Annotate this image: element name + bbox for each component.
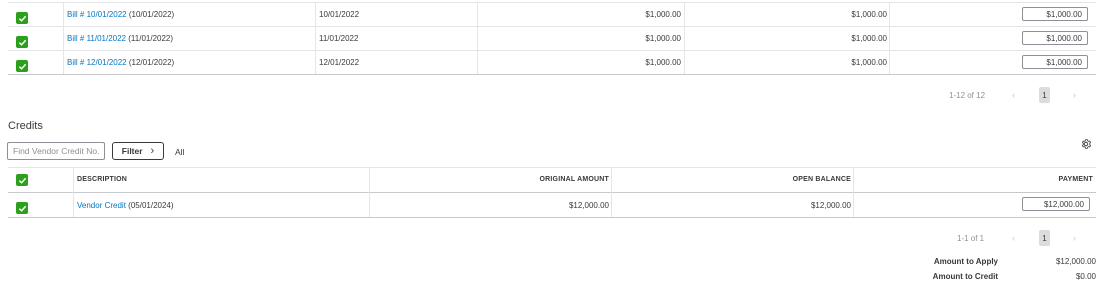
checkmark-icon (18, 63, 26, 70)
column-header-description[interactable]: DESCRIPTION (77, 176, 127, 183)
credits-header-border (8, 192, 1096, 193)
bill-date: (12/01/2022) (128, 58, 175, 67)
credit-row-checkbox[interactable] (16, 202, 28, 214)
bill-original-amount: $1,000.00 (645, 58, 681, 67)
credits-table-bottom-border (8, 217, 1096, 218)
column-header-original-amount[interactable]: ORIGINAL AMOUNT (540, 176, 610, 183)
pagination-range: 1-1 of 1 (957, 234, 985, 243)
bills-col-divider (684, 2, 685, 74)
select-all-credits-checkbox[interactable] (16, 174, 28, 186)
pagination-range: 1-12 of 12 (949, 91, 986, 100)
credit-open-balance: $12,000.00 (810, 201, 851, 210)
bill-link[interactable]: Bill # 12/01/2022 (67, 58, 127, 67)
credit-original-amount: $12,000.00 (568, 201, 609, 210)
page-number-button[interactable]: 1 (1039, 87, 1050, 103)
bill-open-balance: $1,000.00 (851, 34, 887, 43)
bill-payment-input[interactable] (1022, 7, 1088, 21)
bill-description: Bill # 10/01/2022 (10/01/2022) (67, 10, 174, 19)
amount-to-apply-value: $12,000.00 (1055, 257, 1096, 266)
bill-link[interactable]: Bill # 11/01/2022 (67, 34, 126, 43)
credits-col-divider (369, 167, 370, 217)
amount-to-credit-value: $0.00 (1075, 272, 1096, 281)
filter-button[interactable]: Filter › (112, 142, 164, 160)
prev-page-button[interactable]: ‹ (1012, 90, 1015, 100)
bill-link[interactable]: Bill # 10/01/2022 (67, 10, 127, 19)
bill-row-checkbox[interactable] (16, 60, 28, 72)
bills-row-divider (8, 50, 1096, 51)
bill-date: (11/01/2022) (128, 34, 174, 43)
amount-to-apply-label: Amount to Apply (933, 257, 998, 266)
column-header-open-balance[interactable]: OPEN BALANCE (793, 176, 851, 183)
vendor-credit-search-input[interactable] (7, 142, 105, 160)
checkmark-icon (18, 205, 26, 212)
filter-status-all: All (175, 147, 185, 157)
bills-row-divider (8, 2, 1096, 3)
bill-description: Bill # 12/01/2022 (12/01/2022) (67, 58, 174, 67)
amount-to-credit-label: Amount to Credit (932, 272, 998, 281)
credits-col-divider (853, 167, 854, 217)
credit-date: (05/01/2024) (128, 201, 174, 210)
bill-due-date: 12/01/2022 (319, 58, 360, 67)
bills-col-divider (477, 2, 478, 74)
bill-original-amount: $1,000.00 (645, 34, 681, 43)
bills-col-divider (63, 2, 64, 74)
bill-description: Bill # 11/01/2022 (11/01/2022) (67, 34, 173, 43)
bill-due-date: 10/01/2022 (319, 10, 360, 19)
credit-payment-input[interactable] (1022, 197, 1090, 211)
bills-row-divider (8, 26, 1096, 27)
bill-row-checkbox[interactable] (16, 12, 28, 24)
credits-table-top-border (8, 167, 1096, 168)
bill-payment-input[interactable] (1022, 31, 1088, 45)
column-header-payment[interactable]: PAYMENT (1059, 176, 1093, 183)
bill-due-date: 11/01/2022 (319, 34, 359, 43)
credits-col-divider (611, 167, 612, 217)
prev-page-button[interactable]: ‹ (1012, 233, 1015, 243)
bill-payment-input[interactable] (1022, 55, 1088, 69)
chevron-right-icon: › (150, 145, 155, 157)
credit-description: Vendor Credit (05/01/2024) (77, 201, 174, 210)
vendor-credit-link[interactable]: Vendor Credit (77, 201, 126, 210)
filter-button-label: Filter (121, 146, 143, 156)
credits-section-title: Credits (8, 120, 43, 132)
next-page-button[interactable]: › (1073, 233, 1076, 243)
bills-col-divider (315, 2, 316, 74)
checkmark-icon (18, 177, 26, 184)
bill-original-amount: $1,000.00 (645, 10, 681, 19)
checkmark-icon (18, 15, 26, 22)
gear-icon[interactable] (1080, 137, 1092, 149)
bills-col-divider (889, 2, 890, 74)
bill-open-balance: $1,000.00 (851, 10, 887, 19)
bill-date: (10/01/2022) (128, 10, 175, 19)
bill-open-balance: $1,000.00 (851, 58, 887, 67)
page-number-button[interactable]: 1 (1039, 230, 1050, 246)
bill-row-checkbox[interactable] (16, 36, 28, 48)
checkmark-icon (18, 39, 26, 46)
credits-col-divider (73, 167, 74, 217)
next-page-button[interactable]: › (1073, 90, 1076, 100)
bills-table-bottom-border (8, 74, 1096, 75)
